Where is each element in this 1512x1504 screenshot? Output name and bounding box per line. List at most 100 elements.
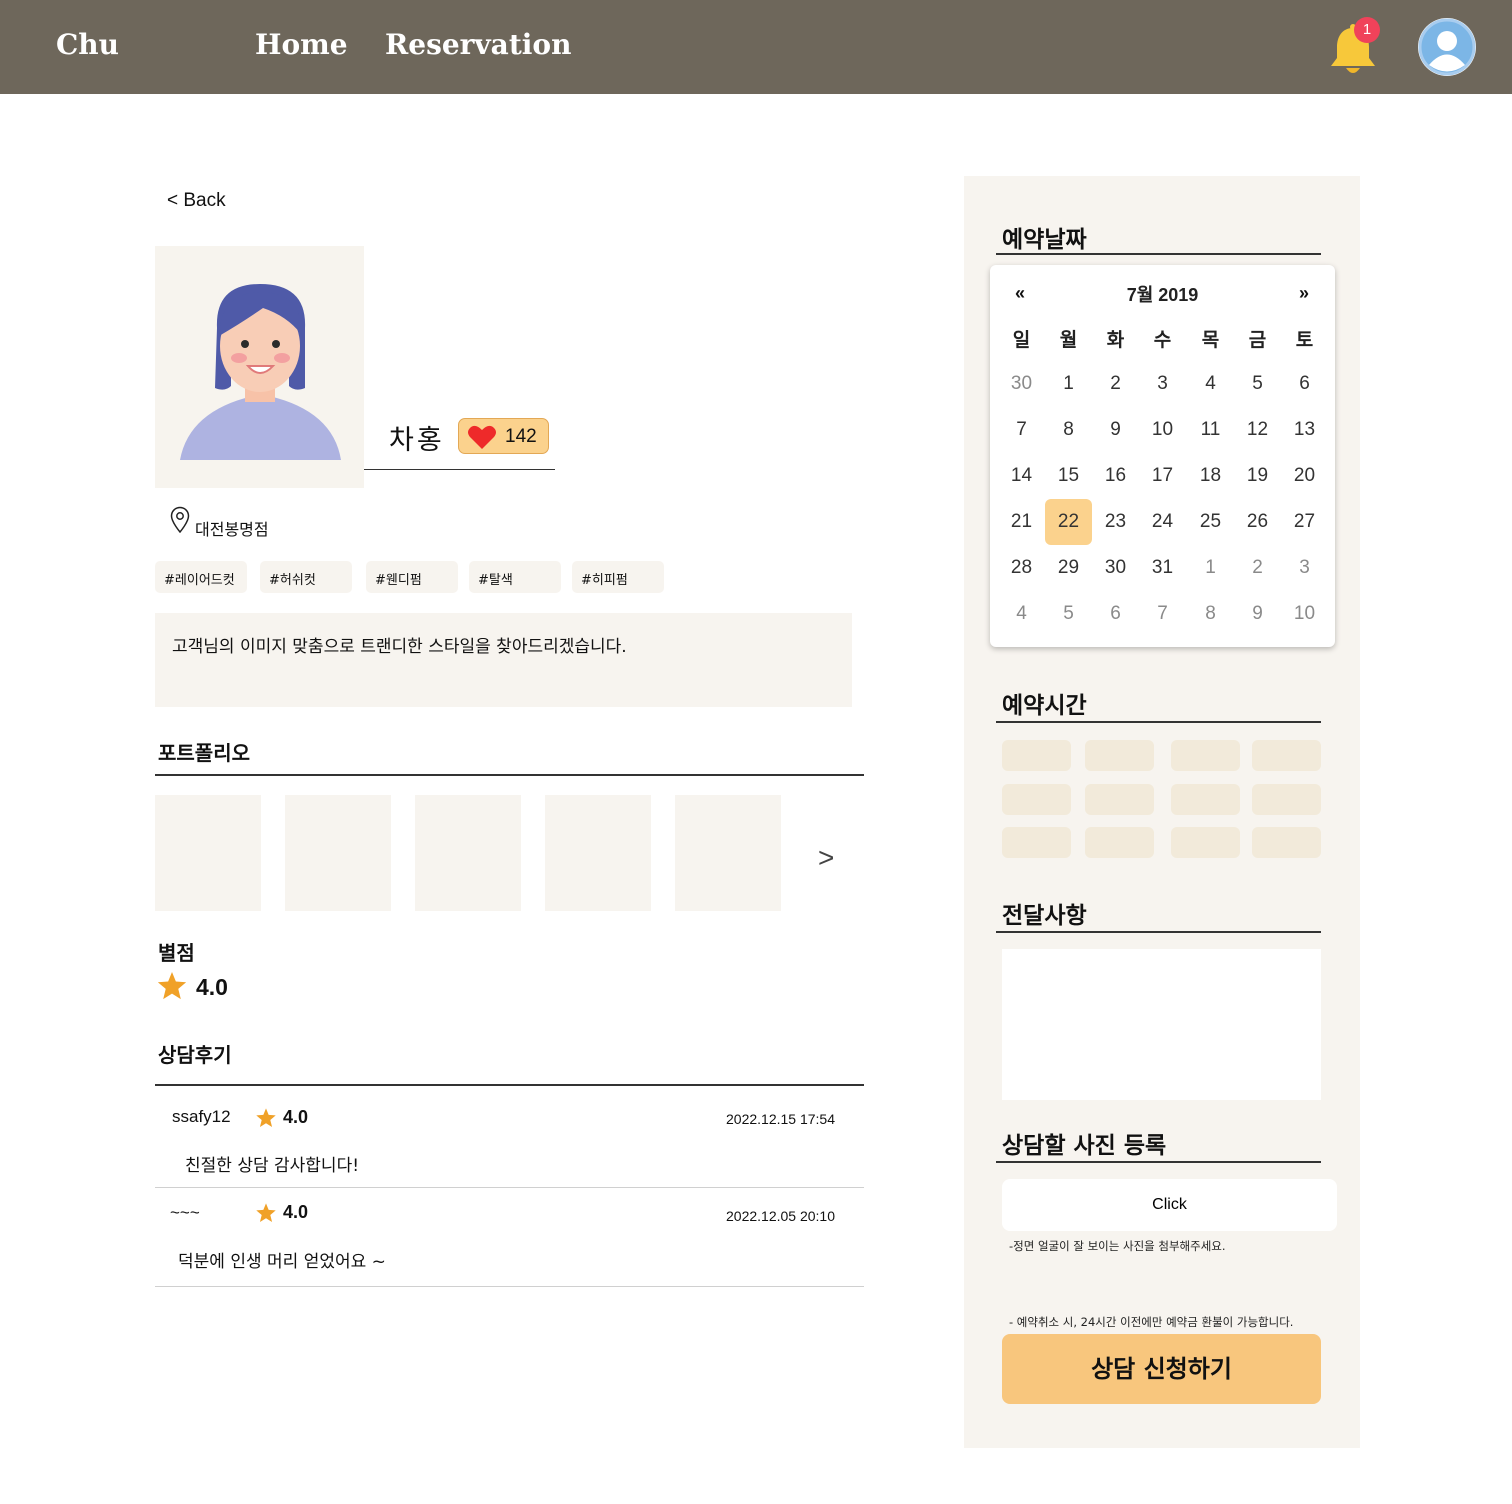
hashtag-chip[interactable]: #탈색 [469,561,561,593]
calendar-day[interactable]: 10 [1139,407,1186,453]
calendar-day[interactable]: 30 [998,361,1045,407]
calendar-day[interactable]: 29 [1045,545,1092,591]
calendar-month-label: 7월 2019 [1126,285,1199,305]
time-slot[interactable] [1085,827,1154,858]
calendar-day[interactable]: 11 [1187,407,1234,453]
calendar-day[interactable]: 28 [998,545,1045,591]
time-slot[interactable] [1252,740,1321,771]
calendar-day[interactable]: 12 [1234,407,1281,453]
calendar-day[interactable]: 30 [1092,545,1139,591]
calendar-day[interactable]: 5 [1045,591,1092,637]
calendar-day[interactable]: 2 [1234,545,1281,591]
time-slot[interactable] [1002,740,1071,771]
review-rating: 4.0 [283,1107,309,1127]
divider [996,253,1321,255]
nav-reservation-link[interactable]: Reservation [385,28,571,61]
calendar-day[interactable]: 10 [1281,591,1328,637]
calendar-day[interactable]: 1 [1187,545,1234,591]
top-navigation-bar: Chu Home Reservation 1 [0,0,1512,94]
hashtag-chip[interactable]: #허쉬컷 [260,561,352,593]
time-slot[interactable] [1002,784,1071,815]
like-button[interactable]: 142 [458,418,549,454]
calendar-day[interactable]: 5 [1234,361,1281,407]
calendar-day[interactable]: 21 [998,499,1045,545]
time-slot[interactable] [1171,827,1240,858]
brand-logo[interactable]: Chu [56,28,119,61]
calendar-day[interactable]: 2 [1092,361,1139,407]
hashtag-chip[interactable]: #레이어드컷 [155,561,247,593]
hashtag-chip[interactable]: #히피펌 [572,561,664,593]
divider [155,1286,864,1287]
calendar-day[interactable]: 25 [1187,499,1234,545]
review-text: 덕분에 인생 머리 얻었어요 ~ [178,1252,386,1272]
calendar-day[interactable]: 31 [1139,545,1186,591]
time-slot[interactable] [1171,740,1240,771]
photo-upload-title: 상담할 사진 등록 [1002,1133,1167,1159]
designer-name-row: 차홍 142 [364,412,555,470]
date-picker-calendar: « 7월 2019 » 일월화수목금토 30 1 2 3 4 5 6 7 8 9 10 11 12 13 1… [990,265,1335,647]
location-pin-icon [170,506,190,534]
user-avatar-icon[interactable] [1418,18,1476,76]
divider [155,1084,864,1086]
calendar-day[interactable]: 18 [1187,453,1234,499]
review-text: 친절한 상담 감사합니다! [185,1156,360,1176]
time-slot[interactable] [1171,784,1240,815]
portfolio-thumbnail[interactable] [545,795,651,911]
designer-profile-image [155,246,364,488]
review-date: 2022.12.05 20:10 [726,1208,835,1224]
time-slot[interactable] [1085,784,1154,815]
calendar-day[interactable]: 9 [1234,591,1281,637]
calendar-day[interactable]: 17 [1139,453,1186,499]
portfolio-thumbnail[interactable] [155,795,261,911]
time-slot[interactable] [1002,827,1071,858]
calendar-day[interactable]: 13 [1281,407,1328,453]
calendar-day[interactable]: 6 [1092,591,1139,637]
calendar-day[interactable]: 3 [1139,361,1186,407]
calendar-day[interactable]: 8 [1187,591,1234,637]
calendar-day[interactable]: 26 [1234,499,1281,545]
calendar-weekday-label: 목 [1201,330,1220,351]
calendar-day[interactable]: 3 [1281,545,1328,591]
designer-intro-box: 고객님의 이미지 맞춤으로 트랜디한 스타일을 찾아드리겠습니다. [155,613,852,707]
review-username: ssafy12 [172,1107,231,1126]
hashtag-chip[interactable]: #웬디펌 [366,561,458,593]
time-slot[interactable] [1252,784,1321,815]
calendar-day[interactable]: 20 [1281,453,1328,499]
calendar-day[interactable]: 15 [1045,453,1092,499]
calendar-day[interactable]: 22 [1045,499,1092,545]
nav-home-link[interactable]: Home [255,28,348,61]
calendar-day[interactable]: 9 [1092,407,1139,453]
calendar-day[interactable]: 4 [998,591,1045,637]
calendar-weekday-label: 일 [1012,330,1031,351]
back-link[interactable]: < Back [167,190,226,212]
calendar-day[interactable]: 4 [1187,361,1234,407]
calendar-day[interactable]: 7 [1139,591,1186,637]
calendar-day[interactable]: 8 [1045,407,1092,453]
calendar-day[interactable]: 23 [1092,499,1139,545]
submit-consultation-button[interactable]: 상담 신청하기 [1002,1334,1321,1404]
photo-upload-button[interactable]: Click [1002,1179,1337,1231]
calendar-day[interactable]: 14 [998,453,1045,499]
portfolio-next-button[interactable]: > [818,842,834,874]
calendar-day[interactable]: 19 [1234,453,1281,499]
rating-value: 4.0 [196,974,228,1000]
calendar-day[interactable]: 1 [1045,361,1092,407]
portfolio-thumbnail[interactable] [675,795,781,911]
calendar-day[interactable]: 6 [1281,361,1328,407]
portfolio-thumbnail[interactable] [285,795,391,911]
calendar-weekday-label: 금 [1248,330,1267,351]
message-textarea[interactable] [1002,949,1321,1100]
calendar-next-button[interactable]: » [1299,283,1309,304]
calendar-day[interactable]: 16 [1092,453,1139,499]
calendar-day[interactable]: 27 [1281,499,1328,545]
time-slot[interactable] [1252,827,1321,858]
heart-icon [468,425,496,449]
star-icon [157,972,187,1000]
time-slot[interactable] [1085,740,1154,771]
rating-title: 별점 [158,941,195,965]
divider [155,774,864,776]
calendar-day[interactable]: 24 [1139,499,1186,545]
refund-policy-note: - 예약취소 시, 24시간 이전에만 예약금 환불이 가능합니다. [1009,1315,1294,1329]
portfolio-thumbnail[interactable] [415,795,521,911]
calendar-day[interactable]: 7 [998,407,1045,453]
